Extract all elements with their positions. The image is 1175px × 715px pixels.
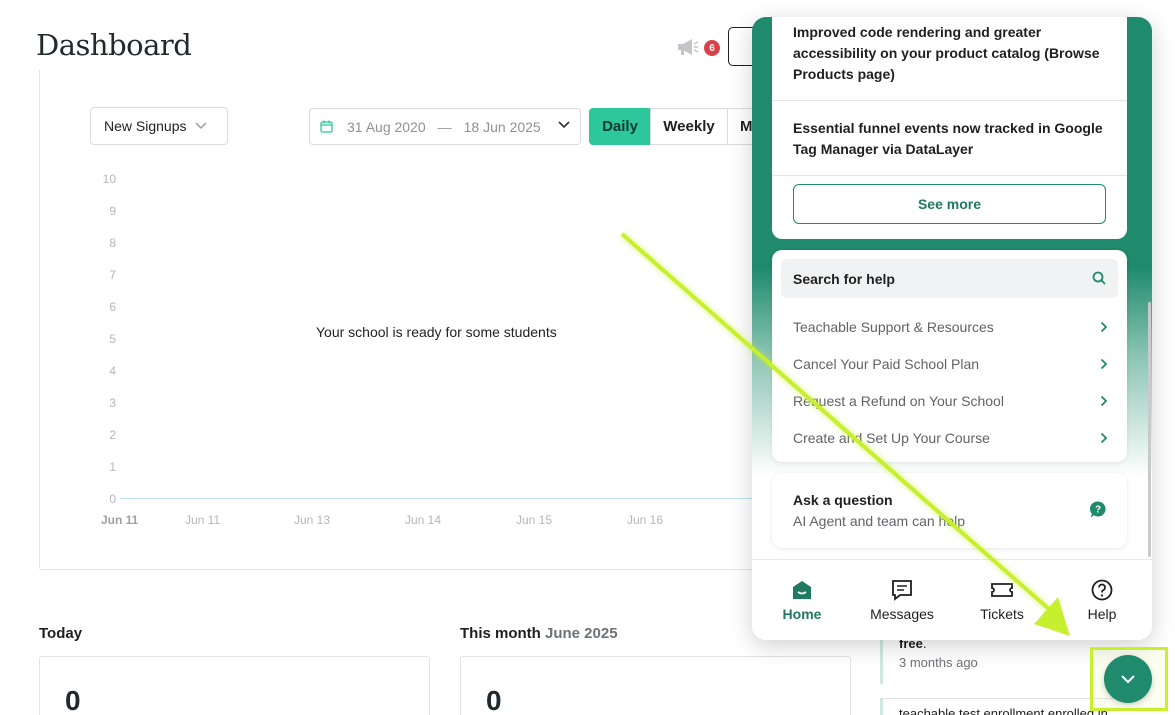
x-tick-label: Jun 15 [516, 513, 553, 527]
help-article-link[interactable]: Request a Refund on Your School [793, 391, 1108, 411]
x-tick-label: Jun 13 [294, 513, 331, 527]
month-label-sub: June 2025 [545, 625, 618, 642]
ticket-icon [991, 583, 1013, 597]
question-bubble-icon: ? [1090, 501, 1106, 518]
help-article-title: Request a Refund on Your School [793, 393, 1004, 409]
date-start: 31 Aug 2020 [347, 118, 426, 135]
notification-badge: 6 [704, 40, 720, 56]
x-tick-label: Jun 11 [101, 513, 139, 527]
y-tick-label: 1 [109, 460, 116, 474]
y-tick-label: 8 [109, 236, 116, 250]
news-card: Improved code rendering and greater acce… [772, 17, 1127, 239]
y-tick-label: 10 [102, 172, 116, 186]
today-stat-card: 0 [39, 656, 430, 715]
help-article-link[interactable]: Cancel Your Paid School Plan [793, 354, 1108, 374]
month-label: This month June 2025 [460, 625, 618, 642]
y-tick-label: 0 [109, 492, 116, 506]
y-tick-label: 4 [109, 364, 116, 378]
y-tick-label: 7 [109, 268, 116, 282]
chevron-right-icon [1100, 358, 1108, 370]
chevron-right-icon [1100, 432, 1108, 444]
widget-scrollbar[interactable] [1148, 302, 1151, 557]
granularity-daily-button[interactable]: Daily [589, 108, 651, 145]
help-article-title: Teachable Support & Resources [793, 319, 994, 335]
month-value: 0 [486, 685, 502, 715]
messages-icon [892, 580, 912, 601]
help-launcher-button[interactable] [1104, 655, 1152, 703]
chevron-right-icon [1100, 321, 1108, 333]
help-article-title: Create and Set Up Your Course [793, 430, 990, 446]
chevron-right-icon [1100, 395, 1108, 407]
calendar-icon [320, 120, 333, 133]
nav-home-label: Home [782, 606, 822, 622]
widget-nav: Home Messages Tickets Help [752, 559, 1152, 640]
help-circle-icon [1091, 579, 1113, 601]
help-widget: Improved code rendering and greater acce… [752, 17, 1152, 640]
y-tick-label: 9 [109, 204, 116, 218]
search-help-input[interactable]: Search for help [781, 259, 1118, 298]
ask-question-card[interactable]: Ask a question AI Agent and team can hel… [772, 473, 1127, 548]
metric-select[interactable]: New Signups [90, 107, 228, 145]
nav-messages[interactable]: Messages [852, 560, 952, 640]
chart-baseline [120, 498, 760, 499]
nav-help[interactable]: Help [1052, 560, 1152, 640]
announcements-button[interactable]: 6 [676, 38, 720, 58]
home-icon [793, 581, 811, 599]
search-icon [1092, 271, 1106, 285]
news-item[interactable]: Improved code rendering and greater acce… [772, 17, 1127, 101]
search-help-placeholder: Search for help [793, 270, 895, 287]
nav-home[interactable]: Home [752, 560, 852, 640]
chevron-down-icon [194, 122, 207, 130]
today-label: Today [39, 625, 82, 642]
y-tick-label: 5 [109, 332, 116, 346]
signups-chart-card [39, 70, 799, 570]
help-article-link[interactable]: Teachable Support & Resources [793, 317, 1108, 337]
help-search-card: Search for help Teachable Support & Reso… [772, 250, 1127, 462]
see-more-button[interactable]: See more [793, 184, 1106, 224]
metric-select-value: New Signups [104, 118, 187, 134]
news-item[interactable]: Essential funnel events now tracked in G… [772, 101, 1127, 176]
date-end: 18 Jun 2025 [463, 118, 541, 135]
today-label-text: Today [39, 625, 83, 642]
month-label-text: This month [460, 625, 541, 642]
granularity-weekly-button[interactable]: Weekly [650, 108, 728, 145]
nav-tickets-label: Tickets [980, 606, 1024, 622]
date-separator: — [437, 118, 452, 135]
x-tick-label: Jun 14 [405, 513, 442, 527]
svg-text:?: ? [1095, 505, 1101, 516]
chevron-down-icon [1121, 675, 1135, 684]
month-stat-card: 0 [460, 656, 851, 715]
nav-tickets[interactable]: Tickets [952, 560, 1052, 640]
x-tick-label: Jun 16 [627, 513, 664, 527]
ask-question-subtitle: AI Agent and team can help [793, 513, 966, 529]
help-article-link[interactable]: Create and Set Up Your Course [793, 428, 1108, 448]
date-range-picker[interactable]: 31 Aug 2020 — 18 Jun 2025 [309, 108, 581, 145]
y-tick-label: 3 [109, 396, 116, 410]
chevron-down-icon [558, 121, 570, 129]
y-tick-label: 2 [109, 428, 116, 442]
today-value: 0 [65, 685, 81, 715]
megaphone-icon [678, 39, 699, 55]
page-title: Dashboard [36, 28, 192, 62]
x-tick-label: Jun 11 [185, 513, 221, 527]
y-tick-label: 6 [109, 300, 116, 314]
help-article-title: Cancel Your Paid School Plan [793, 356, 980, 372]
nav-messages-label: Messages [870, 606, 934, 622]
ask-question-title: Ask a question [793, 492, 893, 508]
nav-help-label: Help [1087, 606, 1117, 622]
chart-empty-message: Your school is ready for some students [316, 324, 557, 340]
